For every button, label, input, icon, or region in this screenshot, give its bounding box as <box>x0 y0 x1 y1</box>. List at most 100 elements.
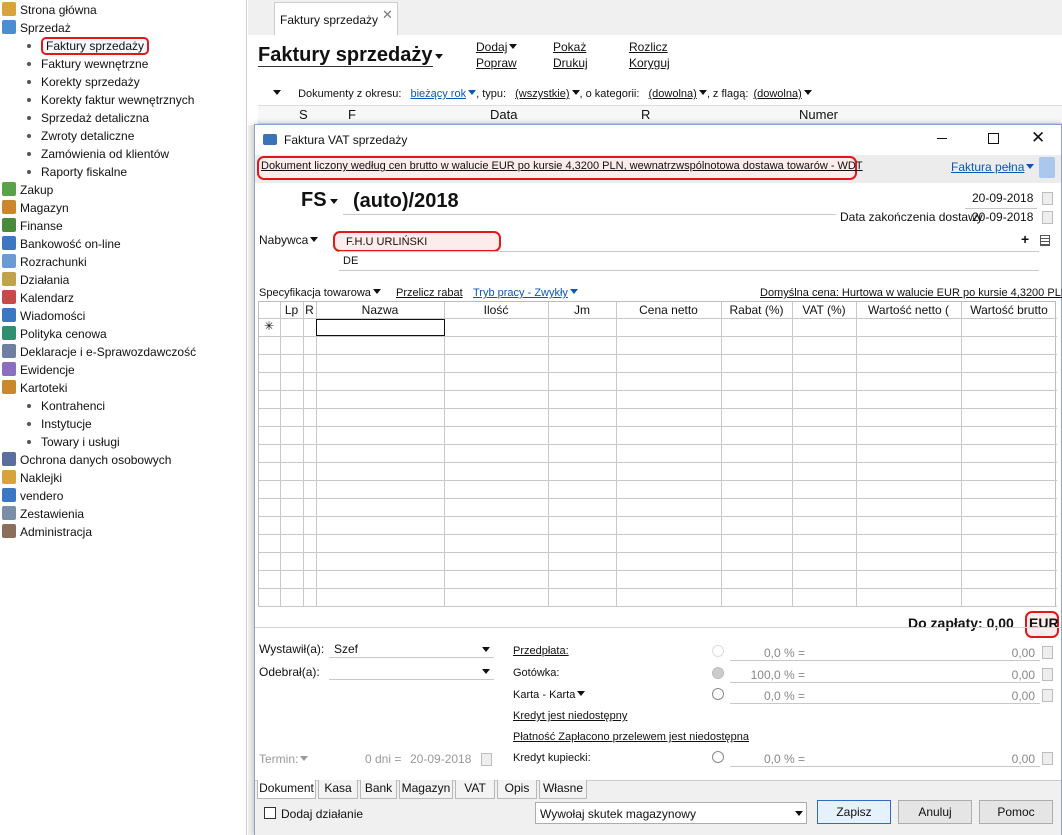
prepayment-pct[interactable]: 0,0 % = <box>745 646 805 660</box>
sidebar-item-16[interactable]: Kalendarz <box>2 289 74 307</box>
doc-number[interactable]: (auto)/2018 <box>353 190 459 213</box>
card-radio[interactable] <box>712 688 724 700</box>
term-date[interactable]: 20-09-2018 <box>410 752 471 766</box>
sidebar-item-15[interactable]: Działania <box>2 271 69 289</box>
sidebar-item-25[interactable]: Ochrona danych osobowych <box>2 451 171 469</box>
credit-unavailable-link[interactable]: Kredyt jest niedostępny <box>513 710 627 722</box>
name-cell-input[interactable] <box>316 319 445 336</box>
filter-category[interactable]: (dowolna) <box>649 88 697 100</box>
issue-date[interactable]: 20-09-2018 <box>972 191 1033 205</box>
calendar-icon[interactable] <box>481 753 492 766</box>
cash-amount[interactable]: 0,00 <box>975 668 1035 682</box>
column-header[interactable]: Lp <box>280 303 303 317</box>
sidebar-item-11[interactable]: Magazyn <box>2 199 69 217</box>
sidebar-item-9[interactable]: Raporty fiskalne <box>27 163 127 181</box>
prepayment-amount[interactable]: 0,00 <box>975 646 1035 660</box>
col-numer[interactable]: Numer <box>799 107 838 122</box>
menu-popraw[interactable]: Popraw <box>476 56 517 70</box>
chevron-down-icon[interactable] <box>482 647 490 652</box>
tab-opis[interactable]: Opis <box>497 780 537 799</box>
save-button[interactable]: Zapisz <box>817 800 891 824</box>
menu-dodaj[interactable]: Dodaj <box>476 40 518 54</box>
currency[interactable]: EUR <box>1029 615 1059 631</box>
menu-drukuj[interactable]: Drukuj <box>553 56 588 70</box>
add-icon[interactable]: + <box>1021 231 1029 247</box>
spec-select[interactable]: Specyfikacja towarowa <box>259 287 381 299</box>
column-header[interactable]: Wartość brutto <box>961 303 1057 317</box>
effect-select[interactable]: Wywołaj skutek magazynowy <box>535 802 807 824</box>
sidebar-item-17[interactable]: Wiadomości <box>2 307 85 325</box>
tab-dokument[interactable]: Dokument <box>257 780 316 799</box>
calendar-icon[interactable] <box>1042 211 1053 224</box>
sidebar-item-24[interactable]: Towary i usługi <box>27 433 120 451</box>
chevron-down-icon[interactable] <box>482 669 490 674</box>
maximize-icon[interactable] <box>988 133 999 144</box>
calculator-icon[interactable] <box>1042 668 1053 681</box>
sidebar-item-23[interactable]: Instytucje <box>27 415 92 433</box>
cash-pct[interactable]: 100,0 % = <box>745 668 805 682</box>
sidebar-item-18[interactable]: Polityka cenowa <box>2 325 107 343</box>
items-grid[interactable]: Lp R Nazwa Ilość Jm Cena netto Rabat (%) VAT (%… <box>258 301 1057 607</box>
sidebar-item-3[interactable]: Faktury wewnętrzne <box>27 55 148 73</box>
minimize-icon[interactable] <box>937 138 947 139</box>
calculator-icon[interactable] <box>1042 646 1053 659</box>
sidebar-item-1[interactable]: Sprzedaż <box>2 19 71 37</box>
col-f[interactable]: F <box>348 107 356 122</box>
col-s[interactable]: S <box>299 107 308 122</box>
card-select[interactable]: Karta - Karta <box>513 689 586 701</box>
workmode-select[interactable]: Tryb pracy - Zwykły <box>473 287 578 299</box>
calculator-icon[interactable] <box>1042 689 1053 702</box>
sidebar-item-6[interactable]: Sprzedaż detaliczna <box>27 109 149 127</box>
transfer-unavailable-link[interactable]: Płatność Zapłacono przelewem jest niedos… <box>513 731 749 743</box>
sidebar-item-7[interactable]: Zwroty detaliczne <box>27 127 134 145</box>
sidebar-item-19[interactable]: Deklaracje i e-Sprawozdawczość <box>2 343 196 361</box>
col-data[interactable]: Data <box>490 107 517 122</box>
card-pct[interactable]: 0,0 % = <box>745 689 805 703</box>
menu-rozlicz[interactable]: Rozlicz <box>629 40 668 54</box>
merchant-credit-amount[interactable]: 0,00 <box>975 752 1035 766</box>
cancel-button[interactable]: Anuluj <box>898 800 972 824</box>
column-header[interactable]: Nazwa <box>316 303 444 317</box>
sidebar-item-29[interactable]: Administracja <box>2 523 92 541</box>
sidebar-item-8[interactable]: Zamówienia od klientów <box>27 145 169 163</box>
calendar-icon[interactable] <box>1042 192 1053 205</box>
default-price-link[interactable]: Domyślna cena: Hurtowa w walucie EUR po … <box>760 287 1062 299</box>
column-header[interactable]: R <box>303 303 316 317</box>
delivery-date[interactable]: 20-09-2018 <box>972 210 1033 224</box>
sidebar-item-20[interactable]: Ewidencje <box>2 361 75 379</box>
tab-bank[interactable]: Bank <box>360 780 397 799</box>
add-action-checkbox[interactable] <box>264 807 276 819</box>
buyer-select[interactable]: Nabywca <box>259 233 319 247</box>
close-icon[interactable]: ✕ <box>1031 128 1045 148</box>
merchant-credit-pct[interactable]: 0,0 % = <box>745 752 805 766</box>
buyer-country[interactable]: DE <box>343 255 358 267</box>
card-amount[interactable]: 0,00 <box>975 689 1035 703</box>
page-title[interactable]: Faktury sprzedaży <box>258 44 443 67</box>
cash-radio[interactable] <box>712 667 724 679</box>
sidebar-item-5[interactable]: Korekty faktur wewnętrznych <box>27 91 194 109</box>
column-header[interactable]: Rabat (%) <box>721 303 792 317</box>
doc-type-select[interactable]: FS <box>301 189 338 212</box>
recalc-discount-link[interactable]: Przelicz rabat <box>396 287 463 299</box>
sidebar-item-26[interactable]: Naklejki <box>2 469 62 487</box>
sidebar-item-27[interactable]: vendero <box>2 487 63 505</box>
column-header[interactable]: Wartość netto ( <box>856 303 961 317</box>
invoice-mode-select[interactable]: Faktura pełna <box>951 160 1035 174</box>
filter-period[interactable]: bieżący rok <box>410 88 466 100</box>
sidebar-item-28[interactable]: Zestawienia <box>2 505 84 523</box>
chevron-down-icon[interactable] <box>273 90 281 95</box>
tab-magazyn[interactable]: Magazyn <box>399 780 453 799</box>
sidebar-item-13[interactable]: Bankowość on-line <box>2 235 121 253</box>
issued-by-select[interactable]: Szef <box>334 642 358 656</box>
filter-flag[interactable]: (dowolna) <box>753 88 801 100</box>
column-header[interactable]: VAT (%) <box>792 303 856 317</box>
prepayment-radio[interactable] <box>712 645 724 657</box>
price-mode-info[interactable]: Dokument liczony według cen brutto w wal… <box>261 160 863 172</box>
sidebar-item-21[interactable]: Kartoteki <box>2 379 67 397</box>
term-days[interactable]: 0 dni = <box>365 752 401 766</box>
list-icon[interactable] <box>1040 235 1050 246</box>
column-header[interactable]: Cena netto <box>616 303 721 317</box>
prepayment-link[interactable]: Przedpłata: <box>513 645 569 657</box>
document-icon[interactable] <box>1039 157 1055 178</box>
sidebar-item-12[interactable]: Finanse <box>2 217 63 235</box>
